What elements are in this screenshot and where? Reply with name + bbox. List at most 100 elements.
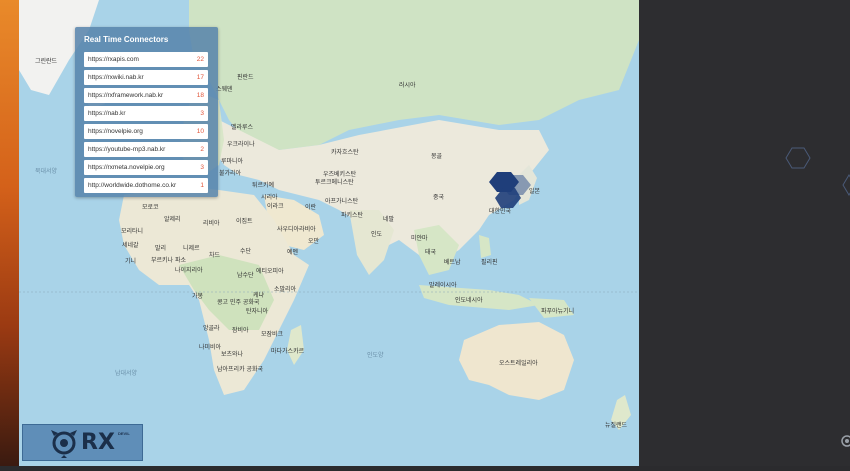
- label-burkina: 부르키나 파소: [151, 257, 187, 264]
- connector-row[interactable]: https://nab.kr 3: [84, 106, 208, 121]
- label-algeria: 알제리: [164, 216, 181, 223]
- label-india: 인도: [371, 231, 383, 238]
- logo-text: RX: [81, 430, 115, 455]
- label-bulgaria: 불가리아: [219, 170, 242, 177]
- connector-count: 22: [196, 56, 204, 63]
- label-egypt: 이집트: [236, 218, 253, 225]
- label-libya: 리비아: [203, 220, 220, 227]
- label-korea: 대한민국: [489, 208, 512, 215]
- connector-row[interactable]: https://rxframework.nab.kr 18: [84, 88, 208, 103]
- label-tanzania: 탄자니아: [246, 308, 269, 315]
- label-romania: 루마니아: [221, 158, 244, 165]
- label-madagascar: 마다가스카르: [271, 348, 305, 355]
- settings-gear-icon[interactable]: [840, 434, 850, 448]
- label-niger: 니제르: [183, 245, 200, 252]
- connector-row[interactable]: https://rxapis.com 22: [84, 52, 208, 67]
- connector-count: 10: [196, 128, 204, 135]
- connector-row[interactable]: http://worldwide.dothome.co.kr 1: [84, 178, 208, 193]
- connector-url: https://nab.kr: [88, 110, 126, 117]
- connector-row[interactable]: https://youtube-mp3.nab.kr 2: [84, 142, 208, 157]
- label-morocco: 모로코: [142, 204, 159, 211]
- label-philippines: 필리핀: [481, 259, 498, 266]
- label-chad: 차드: [209, 252, 221, 259]
- label-malaysia: 말레이시아: [429, 282, 457, 289]
- connector-count: 3: [200, 164, 204, 171]
- label-china: 중국: [433, 194, 445, 201]
- label-vietnam: 베트남: [444, 259, 461, 266]
- connector-row[interactable]: https://novelpie.org 10: [84, 124, 208, 139]
- logo-subtext: DEVIL: [118, 431, 130, 436]
- label-turkmenistan: 투르크메니스탄: [315, 179, 354, 186]
- label-finland: 핀란드: [237, 74, 254, 81]
- label-afghanistan: 아프가니스탄: [325, 198, 359, 205]
- label-png: 파푸아뉴기니: [541, 308, 575, 315]
- label-yemen: 예멘: [287, 249, 299, 256]
- hex-outline-icon: [785, 147, 811, 169]
- label-zambia: 잠비아: [232, 327, 249, 334]
- panel-title: Real Time Connectors: [84, 35, 169, 44]
- label-thailand: 태국: [425, 249, 437, 256]
- label-mozambique: 모잠비크: [261, 331, 284, 338]
- label-pakistan: 파키스탄: [341, 212, 364, 219]
- label-indonesia: 인도네시아: [455, 297, 483, 304]
- connector-url: https://rxmeta.novelpie.org: [88, 164, 165, 171]
- label-kazakhstan: 카자흐스탄: [331, 149, 359, 156]
- connector-url: http://worldwide.dothome.co.kr: [88, 182, 177, 189]
- label-guinea: 기니: [125, 258, 137, 265]
- label-mongolia: 몽골: [431, 153, 443, 160]
- connector-count: 2: [200, 146, 204, 153]
- label-ethiopia: 에티오피아: [256, 268, 284, 275]
- label-sudan: 수단: [240, 248, 252, 255]
- right-panel: [639, 0, 850, 466]
- label-drc: 콩고 민주 공화국: [217, 299, 260, 306]
- label-angola: 앙골라: [203, 325, 220, 332]
- label-saudi: 사우디아라비아: [277, 226, 316, 233]
- connector-url: https://novelpie.org: [88, 128, 143, 135]
- desktop-background: [0, 0, 19, 466]
- connector-count: 1: [200, 182, 204, 189]
- label-somalia: 소말리아: [274, 286, 297, 293]
- philippines-shape: [479, 235, 491, 258]
- label-south-africa: 남아프리카 공화국: [217, 366, 264, 373]
- connector-row[interactable]: https://rxmeta.novelpie.org 3: [84, 160, 208, 175]
- label-belarus: 벨라루스: [231, 124, 254, 131]
- label-syria: 시리아: [261, 194, 278, 201]
- label-sweden: 스웨덴: [216, 86, 233, 93]
- label-namibia: 나미비아: [199, 344, 222, 351]
- label-south-sudan: 남수단: [237, 272, 254, 279]
- connector-url: https://youtube-mp3.nab.kr: [88, 146, 166, 153]
- label-japan: 일본: [529, 188, 541, 195]
- connector-count: 3: [200, 110, 204, 117]
- label-senegal: 세네갈: [122, 242, 139, 249]
- connector-row[interactable]: https://rxwiki.nab.kr 17: [84, 70, 208, 85]
- connector-count: 17: [196, 74, 204, 81]
- label-iran: 이란: [305, 204, 317, 211]
- label-myanmar: 미얀마: [411, 235, 428, 242]
- label-nigeria: 나이지리아: [175, 267, 203, 274]
- label-indian-ocean: 인도양: [367, 352, 384, 359]
- label-australia: 오스트레일리아: [499, 360, 538, 367]
- connectors-panel: Real Time Connectors https://rxapis.com 2…: [75, 27, 218, 197]
- connector-url: https://rxapis.com: [88, 56, 139, 63]
- label-iraq: 이라크: [267, 203, 284, 210]
- label-turkey: 튀르키예: [252, 182, 275, 189]
- label-oman: 오만: [308, 238, 320, 245]
- right-panel-decor: [785, 147, 850, 196]
- label-botswana: 보츠와나: [221, 351, 244, 358]
- label-mauritania: 모리타니: [121, 228, 144, 235]
- rx-logo-icon: [51, 430, 77, 458]
- rx-logo[interactable]: RX DEVIL: [22, 424, 143, 461]
- label-nepal: 네팔: [383, 216, 395, 223]
- label-greenland: 그린란드: [35, 58, 58, 65]
- madagascar-shape: [287, 325, 304, 365]
- label-russia: 러시아: [399, 82, 416, 89]
- label-mali: 말리: [155, 245, 167, 252]
- label-gabon: 가봉: [192, 293, 204, 300]
- label-nz: 뉴질랜드: [605, 422, 628, 429]
- connector-url: https://rxframework.nab.kr: [88, 92, 164, 99]
- connector-url: https://rxwiki.nab.kr: [88, 74, 144, 81]
- connector-count: 18: [196, 92, 204, 99]
- label-ukraine: 우크라이나: [227, 141, 255, 148]
- label-south-atlantic: 남대서양: [115, 370, 138, 377]
- label-atlantic: 북대서양: [35, 168, 58, 175]
